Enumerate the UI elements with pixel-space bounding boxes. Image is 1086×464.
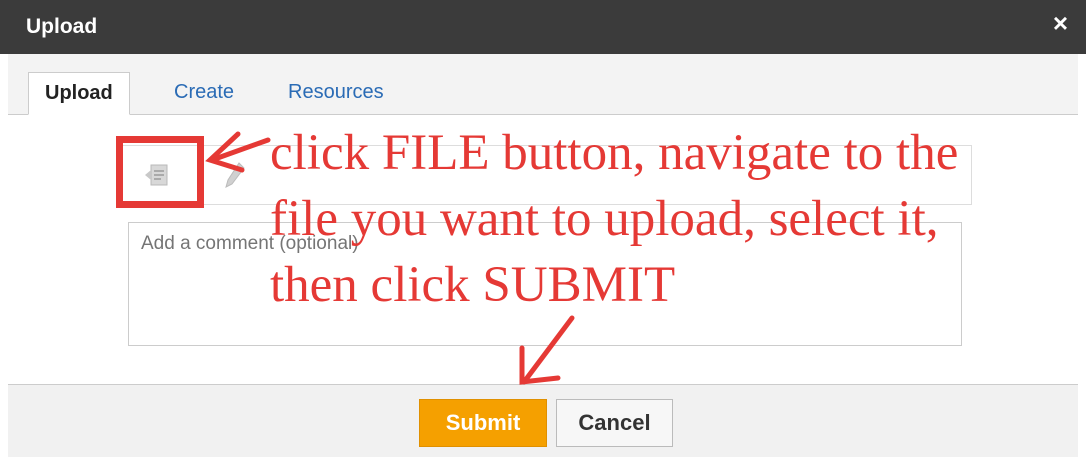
- dialog-titlebar: Upload ×: [0, 0, 1086, 54]
- annotation-line: then click SUBMIT: [270, 257, 676, 313]
- tab-resources[interactable]: Resources: [272, 72, 400, 114]
- upload-dialog: Upload × Upload Create Resources Add a c…: [0, 0, 1086, 464]
- cancel-button[interactable]: Cancel: [556, 399, 673, 447]
- tab-strip: Upload Create Resources: [8, 54, 1078, 115]
- submit-button[interactable]: Submit: [419, 399, 547, 447]
- tab-upload[interactable]: Upload: [28, 72, 130, 115]
- dialog-footer: Submit Cancel: [8, 384, 1078, 457]
- file-button-highlight: [116, 136, 204, 208]
- edit-button[interactable]: [199, 146, 269, 204]
- pencil-icon: [225, 162, 245, 188]
- tab-create[interactable]: Create: [158, 72, 250, 114]
- instruction-annotation: click FILE button, navigate to the file …: [270, 120, 1070, 318]
- annotation-line: file you want to upload, select it,: [270, 191, 939, 247]
- dialog-title: Upload: [26, 15, 98, 38]
- close-icon[interactable]: ×: [1053, 10, 1068, 36]
- annotation-line: click FILE button, navigate to the: [270, 125, 959, 181]
